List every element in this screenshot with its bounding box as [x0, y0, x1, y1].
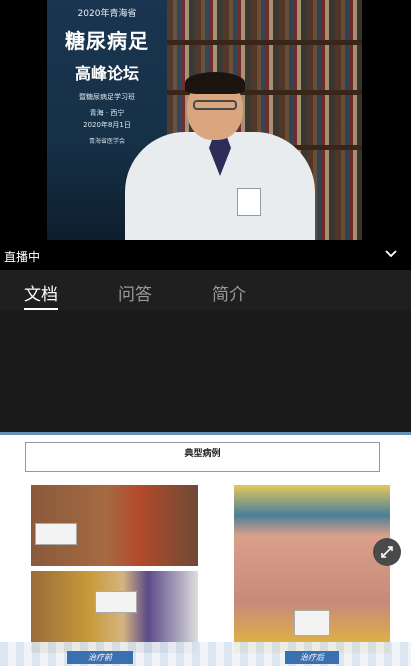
live-status-bar: 直播中 [0, 240, 411, 270]
slide-title: 典型病例 [25, 442, 380, 472]
presenter-hair [185, 72, 245, 94]
presenter-badge [237, 188, 261, 216]
case-photo-foot-sole [31, 571, 198, 653]
live-video-player[interactable]: 2020年青海省 糖尿病足 高峰论坛 暨糖尿病足学习班 青海 · 西宁 2020… [0, 0, 411, 240]
tab-bar: 文档 问答 简介 [0, 270, 411, 310]
photo-label-card [294, 610, 330, 636]
case-photo-after-treatment [234, 485, 390, 653]
photo-label-card [35, 523, 77, 545]
slide-top-border [0, 432, 411, 435]
document-area-empty [0, 310, 411, 432]
after-treatment-label: 治疗后 [285, 651, 339, 664]
photo-label-card [95, 591, 137, 613]
chevron-down-icon[interactable] [383, 246, 399, 262]
poster-year-line: 2020年青海省 [77, 9, 137, 19]
video-frame: 2020年青海省 糖尿病足 高峰论坛 暨糖尿病足学习班 青海 · 西宁 2020… [47, 0, 362, 240]
live-status-label: 直播中 [4, 250, 41, 264]
tab-intro[interactable]: 简介 [212, 280, 246, 305]
case-photo-foot-side [31, 485, 198, 566]
slide-viewer[interactable]: 典型病例 治疗前 治疗后 [0, 432, 411, 666]
presenter [125, 62, 315, 240]
shelf-divider [167, 40, 362, 45]
fullscreen-button[interactable] [373, 538, 401, 566]
expand-icon [381, 546, 393, 558]
presenter-glasses [193, 100, 237, 110]
tab-documents[interactable]: 文档 [24, 280, 58, 310]
decorative-wave-border [0, 642, 411, 666]
before-treatment-label: 治疗前 [67, 651, 133, 664]
tab-qa[interactable]: 问答 [118, 280, 152, 305]
poster-title-line1: 糖尿病足 [65, 29, 149, 53]
